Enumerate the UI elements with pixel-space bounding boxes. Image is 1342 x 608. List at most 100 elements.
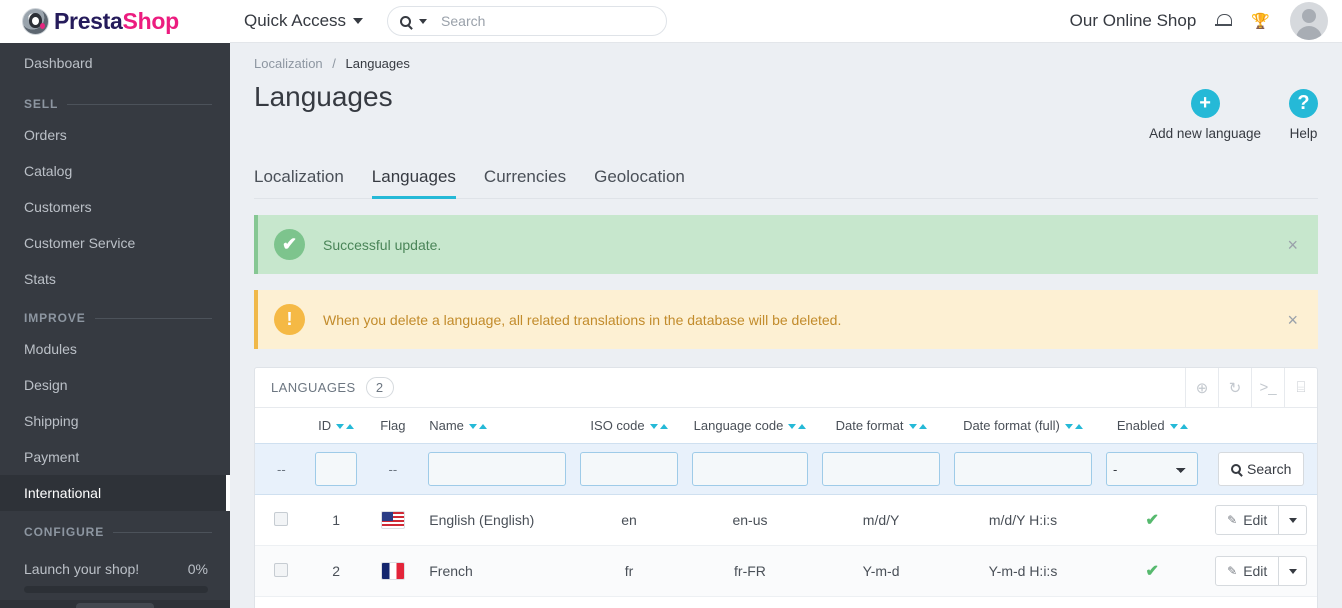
filter-flag-cell: -- — [364, 443, 422, 495]
panel-count-badge: 2 — [365, 377, 394, 398]
close-icon[interactable]: × — [1283, 311, 1302, 329]
sidebar-item-design[interactable]: Design — [0, 367, 230, 403]
sidebar-item-dashboard[interactable]: Dashboard — [0, 43, 230, 83]
table-row[interactable]: 1 English (English) en en-us m/d/Y m/d/Y… — [255, 494, 1317, 546]
bell-icon[interactable] — [1215, 13, 1233, 29]
launch-your-shop-widget[interactable]: Launch your shop! 0% — [0, 545, 230, 593]
add-icon[interactable]: ⊕ — [1185, 367, 1218, 408]
logo-area[interactable]: PrestaShop — [0, 0, 230, 43]
row-checkbox[interactable] — [274, 562, 289, 577]
filter-name-cell — [421, 443, 574, 495]
sidebar-item-modules[interactable]: Modules — [0, 331, 230, 367]
search-input[interactable] — [441, 13, 655, 29]
chevron-down-icon[interactable] — [419, 18, 428, 24]
main-area: Quick Access Our Online Shop 🏆 Localizat… — [230, 0, 1342, 608]
th-name-label: Name — [429, 418, 464, 433]
shop-name-link[interactable]: Our Online Shop — [1070, 11, 1197, 31]
sort-asc-icon[interactable] — [798, 424, 807, 429]
row-language-code: en-us — [684, 494, 816, 546]
sort-desc-icon[interactable] — [1169, 424, 1178, 429]
sidebar-item-payment[interactable]: Payment — [0, 439, 230, 475]
export-db-icon[interactable]: ⌸ — [1284, 367, 1317, 408]
th-name[interactable]: Name — [421, 408, 573, 444]
help-button[interactable]: ? Help — [1289, 89, 1318, 141]
sort-asc-icon[interactable] — [1074, 424, 1083, 429]
search-icon — [400, 15, 412, 27]
add-new-language-label: Add new language — [1149, 126, 1261, 141]
edit-dropdown-toggle[interactable] — [1278, 557, 1306, 585]
filter-select-cell: -- — [255, 443, 308, 495]
sql-console-icon[interactable]: >_ — [1251, 367, 1284, 408]
sidebar-item-stats[interactable]: Stats — [0, 261, 230, 297]
sort-asc-icon[interactable] — [346, 424, 355, 429]
sidebar-item-shipping[interactable]: Shipping — [0, 403, 230, 439]
edit-button-label: Edit — [1243, 563, 1268, 579]
sidebar-item-customers[interactable]: Customers — [0, 189, 230, 225]
tab-currencies[interactable]: Currencies — [470, 161, 580, 198]
filter-date-format-input[interactable] — [822, 452, 940, 486]
close-icon[interactable]: × — [1283, 236, 1302, 254]
sidebar-item-customer-service[interactable]: Customer Service — [0, 225, 230, 261]
row-checkbox[interactable] — [274, 511, 289, 526]
th-id[interactable]: ID — [308, 408, 365, 444]
sort-asc-icon[interactable] — [1179, 424, 1188, 429]
edit-button[interactable]: ✎ Edit — [1216, 557, 1278, 585]
filter-iso-code-input[interactable] — [580, 452, 678, 486]
filter-id-input[interactable] — [315, 452, 358, 486]
edit-button-label: Edit — [1243, 512, 1268, 528]
sort-desc-icon[interactable] — [468, 424, 477, 429]
th-enabled[interactable]: Enabled — [1099, 408, 1205, 444]
row-date-format-full: m/d/Y H:i:s — [946, 494, 1099, 546]
warning-alert: ! When you delete a language, all relate… — [254, 290, 1318, 349]
prestashop-logo-icon — [22, 8, 49, 35]
launch-percent: 0% — [187, 561, 208, 577]
sort-controls — [908, 424, 927, 429]
sidebar-section-label: IMPROVE — [24, 311, 86, 325]
sidebar-item-catalog[interactable]: Catalog — [0, 153, 230, 189]
sort-asc-icon[interactable] — [659, 424, 668, 429]
filter-language-code-input[interactable] — [691, 452, 809, 486]
edit-button[interactable]: ✎ Edit — [1216, 506, 1278, 534]
help-label: Help — [1289, 126, 1318, 141]
sort-asc-icon[interactable] — [478, 424, 487, 429]
refresh-icon[interactable]: ↻ — [1218, 367, 1251, 408]
sort-desc-icon[interactable] — [649, 424, 658, 429]
filter-date-format-full-input[interactable] — [953, 452, 1092, 486]
sort-desc-icon[interactable] — [1064, 424, 1073, 429]
trophy-icon[interactable]: 🏆 — [1251, 14, 1270, 29]
sort-asc-icon[interactable] — [918, 424, 927, 429]
th-date-format[interactable]: Date format — [815, 408, 947, 444]
brand-name-b: Shop — [122, 8, 180, 34]
table-row[interactable]: 2 French fr fr-FR Y-m-d Y-m-d H:i:s ✔ ✎ … — [255, 545, 1317, 597]
sidebar-item-international[interactable]: International — [0, 475, 230, 511]
quick-access-dropdown[interactable]: Quick Access — [244, 11, 364, 31]
sort-desc-icon[interactable] — [908, 424, 917, 429]
add-new-language-button[interactable]: + Add new language — [1149, 89, 1261, 141]
chevron-down-icon — [1288, 517, 1297, 523]
filter-flag-dash: -- — [388, 462, 398, 477]
edit-dropdown-toggle[interactable] — [1278, 506, 1306, 534]
row-date-format-full: Y-m-d H:i:s — [946, 545, 1099, 597]
tab-localization[interactable]: Localization — [254, 161, 358, 198]
sort-desc-icon[interactable] — [336, 424, 345, 429]
th-iso-code[interactable]: ISO code — [573, 408, 685, 444]
success-alert: ✔ Successful update. × — [254, 215, 1318, 274]
search-button[interactable]: Search — [1218, 452, 1305, 486]
th-date-format-full[interactable]: Date format (full) — [947, 408, 1099, 444]
languages-table: ID Flag Name ISO code Language code Date… — [255, 408, 1317, 597]
tab-geolocation[interactable]: Geolocation — [580, 161, 699, 198]
avatar[interactable] — [1290, 2, 1328, 40]
global-search-bar[interactable] — [387, 6, 668, 36]
filter-name-input[interactable] — [428, 452, 567, 486]
languages-panel: LANGUAGES 2 ⊕ ↻ >_ ⌸ ID Flag Name ISO co… — [254, 367, 1318, 608]
row-enabled-cell[interactable]: ✔ — [1099, 494, 1206, 546]
filter-enabled-select[interactable]: - — [1106, 452, 1199, 486]
sort-desc-icon[interactable] — [788, 424, 797, 429]
tab-languages[interactable]: Languages — [358, 161, 470, 199]
sidebar-item-orders[interactable]: Orders — [0, 117, 230, 153]
filter-enabled-cell: - — [1099, 443, 1206, 495]
row-iso-code: fr — [573, 545, 685, 597]
th-language-code[interactable]: Language code — [685, 408, 815, 444]
row-enabled-cell[interactable]: ✔ — [1099, 545, 1206, 597]
breadcrumb-parent[interactable]: Localization — [254, 56, 323, 71]
